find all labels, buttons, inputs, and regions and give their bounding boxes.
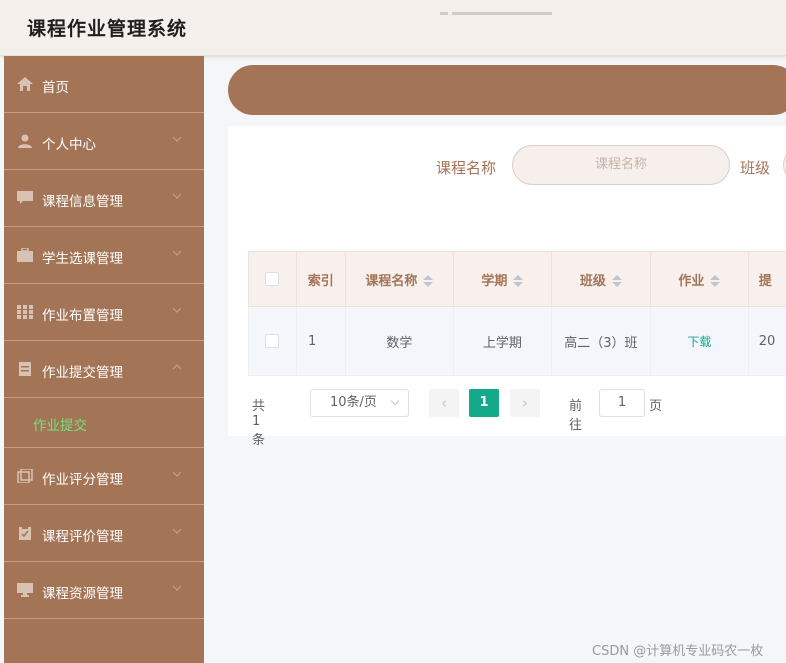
column-header-label: 班级 bbox=[579, 273, 606, 289]
sort-icon[interactable] bbox=[423, 275, 434, 287]
sidebar: 首页 个人中心 课程信息管理 学生选课管理 作业布置管理 作业提交管理 作业提交… bbox=[4, 56, 204, 663]
chevron-up-icon bbox=[172, 364, 182, 370]
chevron-down-icon bbox=[172, 585, 182, 591]
sidebar-item-label: 学生选课管理 bbox=[42, 251, 123, 267]
chevron-down-icon bbox=[390, 396, 400, 406]
sidebar-item-homework-assign[interactable]: 作业布置管理 bbox=[4, 284, 204, 341]
chevron-down-icon bbox=[172, 136, 182, 142]
sidebar-item-label: 课程资源管理 bbox=[42, 586, 123, 602]
cell-course: 数学 bbox=[344, 306, 455, 376]
sidebar-item-home[interactable]: 首页 bbox=[4, 56, 204, 113]
sidebar-item-course-info[interactable]: 课程信息管理 bbox=[4, 170, 204, 227]
column-header-label: 学期 bbox=[481, 273, 508, 289]
sidebar-item-label: 首页 bbox=[42, 80, 69, 96]
sidebar-subitem-label: 作业提交 bbox=[33, 418, 87, 434]
sidebar-item-course-evaluation[interactable]: 课程评价管理 bbox=[4, 505, 204, 562]
goto-page-input[interactable]: 1 bbox=[599, 389, 645, 417]
class-label: 班级 bbox=[740, 159, 771, 177]
sidebar-item-course-selection[interactable]: 学生选课管理 bbox=[4, 227, 204, 284]
sidebar-item-label: 个人中心 bbox=[42, 137, 96, 153]
watermark: CSDN @计算机专业码农一枚 bbox=[592, 644, 764, 659]
column-header-label: 作业 bbox=[678, 273, 705, 289]
column-header-submitted: 提 bbox=[747, 251, 786, 307]
current-page-button[interactable]: 1 bbox=[469, 389, 499, 417]
sidebar-item-label: 作业布置管理 bbox=[42, 308, 123, 324]
row-checkbox[interactable] bbox=[265, 334, 280, 348]
grid-icon bbox=[17, 305, 33, 319]
select-all-cell bbox=[248, 251, 297, 307]
chevron-down-icon bbox=[172, 528, 182, 534]
sidebar-item-label: 课程评价管理 bbox=[42, 529, 123, 545]
top-tab-strip bbox=[440, 0, 556, 19]
total-count: 共 1 条 bbox=[252, 399, 266, 448]
cell-submitted: 20 bbox=[747, 306, 786, 376]
sidebar-item-personal-center[interactable]: 个人中心 bbox=[4, 113, 204, 170]
page-size-value: 10条/页 bbox=[330, 395, 377, 410]
sidebar-item-homework-grading[interactable]: 作业评分管理 bbox=[4, 448, 204, 505]
goto-suffix: 页 bbox=[649, 399, 663, 414]
sidebar-item-homework-submit[interactable]: 作业提交管理 bbox=[4, 341, 204, 398]
content-banner bbox=[228, 65, 786, 115]
column-header-term[interactable]: 学期 bbox=[453, 251, 552, 307]
column-header-label: 课程名称 bbox=[365, 273, 418, 289]
table-row: 1 数学 上学期 高二（3）班 下载 20 bbox=[248, 306, 786, 376]
sidebar-item-label: 作业评分管理 bbox=[42, 472, 123, 488]
monitor-icon bbox=[17, 583, 33, 597]
user-icon bbox=[18, 134, 32, 148]
next-page-button[interactable]: › bbox=[510, 389, 540, 417]
sidebar-item-label: 作业提交管理 bbox=[42, 365, 123, 381]
chevron-down-icon bbox=[172, 471, 182, 477]
column-header-index: 索引 bbox=[295, 251, 346, 307]
cell-class: 高二（3）班 bbox=[550, 306, 652, 376]
prev-page-button[interactable]: ‹ bbox=[429, 389, 459, 417]
course-name-label: 课程名称 bbox=[436, 159, 497, 177]
copy-icon bbox=[17, 469, 33, 483]
data-table: 索引 课程名称 学期 班级 作业 提 1 数学 上学期 高二（3）班 下载 20 bbox=[248, 251, 786, 376]
select-all-checkbox[interactable] bbox=[265, 272, 280, 286]
column-header-class[interactable]: 班级 bbox=[550, 251, 652, 307]
sort-icon[interactable] bbox=[513, 275, 524, 287]
chevron-down-icon bbox=[172, 193, 182, 199]
table-header-row: 索引 课程名称 学期 班级 作业 提 bbox=[248, 251, 786, 307]
sidebar-subitem-homework-submission[interactable]: 作业提交 bbox=[4, 398, 204, 448]
chevron-down-icon bbox=[172, 250, 182, 256]
chat-icon bbox=[17, 191, 33, 204]
goto-prefix: 前往 bbox=[569, 399, 583, 433]
column-header-homework[interactable]: 作业 bbox=[650, 251, 749, 307]
sidebar-item-course-resources[interactable]: 课程资源管理 bbox=[4, 562, 204, 619]
course-name-input[interactable]: 课程名称 bbox=[512, 145, 730, 185]
document-icon bbox=[19, 362, 31, 376]
briefcase-icon bbox=[17, 248, 33, 262]
main-panel: 课程名称 课程名称 班级 索引 课程名称 学期 班级 作业 提 1 数学 上学期… bbox=[228, 126, 786, 448]
cell-term: 上学期 bbox=[453, 306, 552, 376]
chevron-down-icon bbox=[172, 307, 182, 313]
row-select-cell bbox=[248, 306, 297, 376]
page-size-select[interactable]: 10条/页 bbox=[310, 389, 409, 417]
sidebar-item-label: 课程信息管理 bbox=[42, 194, 123, 210]
cell-index: 1 bbox=[295, 306, 346, 376]
column-header-course[interactable]: 课程名称 bbox=[344, 251, 455, 307]
cell-homework: 下载 bbox=[650, 306, 749, 376]
download-link[interactable]: 下载 bbox=[687, 335, 711, 349]
home-icon bbox=[17, 77, 33, 91]
sort-icon[interactable] bbox=[611, 275, 622, 287]
top-bar: 课程作业管理系统 bbox=[0, 0, 786, 56]
clipboard-check-icon bbox=[19, 526, 31, 540]
app-title: 课程作业管理系统 bbox=[27, 18, 188, 40]
sort-icon[interactable] bbox=[710, 275, 721, 287]
